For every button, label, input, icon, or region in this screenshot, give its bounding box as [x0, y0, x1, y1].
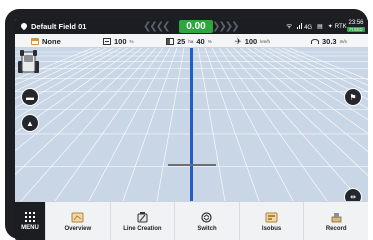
ratio-b-value: 40 — [196, 36, 205, 46]
location-pin-icon — [21, 23, 27, 31]
grid-line — [204, 48, 260, 201]
line-creation-icon — [137, 211, 148, 222]
implement-value: None — [42, 36, 61, 46]
tractor-icon — [18, 50, 39, 73]
grid-line — [246, 48, 368, 135]
status-bar: Default Field 01 ❮❮❮❮ 0.00 ❯❯❯❯ ᯤ 4G ▤ ✦… — [15, 19, 368, 34]
nav-line-creation-label: Line Creation — [123, 225, 162, 232]
isobus-icon — [265, 212, 278, 222]
nav-switch[interactable]: Switch — [175, 202, 240, 240]
rate-value: 100 — [244, 36, 258, 46]
grid-line — [156, 48, 185, 201]
switch-icon — [201, 211, 213, 223]
network-label: 4G — [304, 24, 313, 31]
menu-label: MENU — [21, 225, 39, 231]
camera-icon: ▬ — [26, 92, 34, 102]
signal-group: ᯤ 4G ▤ ✦ RTK — [286, 19, 347, 34]
menu-button[interactable]: MENU — [15, 202, 46, 240]
width-info[interactable]: 100 % — [103, 34, 134, 48]
ratio-a-unit: ha — [188, 38, 194, 44]
info-bar: None 100 % 25 ha 40 % ✈ 100 km/h 30.3 m/… — [15, 34, 368, 48]
flag-icon: ⚑ — [349, 92, 357, 102]
grid-line — [197, 48, 226, 201]
camera-button[interactable]: ▬ — [21, 88, 39, 106]
gauge-value: 30.3 — [322, 36, 337, 46]
flag-button[interactable]: ⚑ — [344, 88, 362, 106]
ratio-a-value: 25 — [177, 36, 186, 46]
nav-overview[interactable]: Overview — [46, 202, 111, 240]
implement-icon — [31, 37, 39, 45]
north-arrow-icon: ▲ — [26, 118, 34, 128]
ratio-b-unit: % — [207, 38, 212, 44]
nav-record-label: Record — [325, 225, 347, 232]
nav-record[interactable]: Record — [304, 202, 368, 240]
screen: Default Field 01 ❮❮❮❮ 0.00 ❯❯❯❯ ᯤ 4G ▤ ✦… — [15, 19, 368, 240]
grid-line — [122, 48, 178, 201]
clock: 23:56 FIXED — [347, 20, 365, 33]
bottom-nav: MENU Overview Line Creation Switch Isobu… — [15, 201, 368, 240]
record-icon — [331, 212, 342, 222]
width-value: 100 — [114, 36, 127, 46]
cell-signal-icon — [297, 22, 303, 29]
ratio-icon — [166, 37, 174, 45]
chevron-left-icon: ❮❮❮❮ — [143, 21, 170, 32]
implement-bar — [168, 164, 216, 166]
rtk-status: ✦ RTK — [327, 23, 347, 31]
network-indicator: 4G — [297, 22, 313, 31]
shift-line-icon: ⇹ — [350, 194, 356, 201]
speed-display: 0.00 — [179, 20, 213, 33]
field-selector[interactable]: Default Field 01 — [21, 19, 86, 34]
chevron-right-icon: ❯❯❯❯ — [212, 21, 239, 32]
guidance-line — [190, 48, 193, 201]
sim-icon: ▤ — [317, 24, 323, 30]
implement-info[interactable]: None — [31, 34, 61, 48]
nav-line-creation[interactable]: Line Creation — [111, 202, 176, 240]
grid-menu-icon — [25, 212, 35, 222]
nav-isobus-label: Isobus — [261, 225, 282, 232]
rate-unit: km/h — [260, 38, 270, 44]
nav-isobus[interactable]: Isobus — [240, 202, 305, 240]
gauge-icon — [311, 38, 319, 44]
wifi-icon: ᯤ — [286, 23, 293, 30]
rtk-label: RTK — [334, 23, 347, 30]
gauge-unit: m/s — [339, 38, 347, 44]
nav-overview-label: Overview — [64, 225, 92, 232]
rate-info[interactable]: ✈ 100 km/h — [235, 34, 270, 48]
nav-switch-label: Switch — [197, 225, 217, 232]
grid-line — [88, 48, 171, 201]
field-name: Default Field 01 — [31, 22, 87, 31]
north-arrow-button[interactable]: ▲ — [21, 114, 39, 132]
width-unit: % — [129, 38, 134, 44]
time-text: 23:56 — [348, 20, 364, 26]
width-icon — [103, 37, 111, 45]
satellite-icon: ✦ — [327, 24, 333, 30]
device-frame: Default Field 01 ❮❮❮❮ 0.00 ❯❯❯❯ ᯤ 4G ▤ ✦… — [5, 9, 368, 240]
ratio-info[interactable]: 25 ha 40 % — [166, 34, 212, 48]
gauge-info[interactable]: 30.3 m/s — [311, 34, 347, 48]
shift-line-button[interactable]: ⇹ — [344, 188, 362, 201]
fix-badge: FIXED — [347, 27, 365, 32]
guidance-map[interactable]: ▬ ▲ ⚑ ⇹ — [15, 48, 368, 201]
overview-icon — [71, 212, 84, 222]
grid-line — [211, 48, 294, 201]
plane-icon: ✈ — [235, 36, 242, 46]
